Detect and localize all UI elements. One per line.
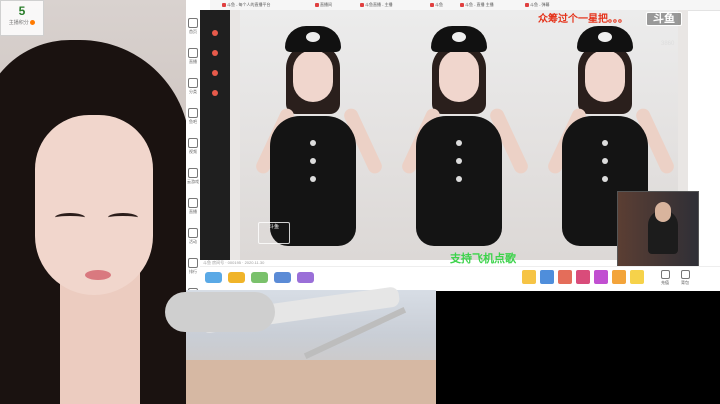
video-icon: [188, 138, 198, 148]
sidebar-item-label: 活动: [189, 239, 197, 244]
sidebar-item-label: 分类: [189, 89, 197, 94]
cloud-game-icon: [188, 168, 198, 178]
gift-item-icon[interactable]: [612, 270, 626, 284]
browser-tab[interactable]: 直播间: [315, 1, 332, 9]
home-icon: [188, 18, 198, 28]
dress-button: [310, 140, 316, 146]
douyu-logo: 斗鱼: [646, 12, 682, 34]
sidebar-item-label: 直播: [189, 59, 197, 64]
live-icon: [188, 48, 198, 58]
video-watermark: 斗鱼: [258, 222, 290, 244]
streamer-face: [35, 115, 153, 295]
side-control-icon[interactable]: [212, 50, 218, 56]
sidebar-item-label: 排行: [189, 269, 197, 274]
streamer-eye-left: [55, 213, 85, 222]
room-id: 3860: [661, 41, 675, 47]
cap-badge-icon: [452, 32, 466, 42]
dancer-head: [585, 50, 625, 102]
room-floor: [186, 360, 436, 404]
streamer-webcam: [0, 0, 186, 404]
browser-tab[interactable]: 斗鱼: [430, 1, 443, 9]
sidebar-item-label: 首页: [189, 29, 197, 34]
gift-icon[interactable]: [228, 272, 245, 283]
browser-tab[interactable]: 斗鱼直播 - 主播: [360, 1, 393, 9]
sidebar-item-home[interactable]: 首页: [186, 18, 200, 44]
side-control-icon[interactable]: [212, 70, 218, 76]
gift-icon[interactable]: [205, 272, 222, 283]
pip-webcam: [617, 191, 699, 271]
backpack-icon: [680, 270, 690, 279]
dress-button: [456, 140, 462, 146]
gift-icon[interactable]: [274, 272, 291, 283]
recharge-icon: [660, 270, 670, 279]
sidebar-item-live-2[interactable]: 直播: [186, 198, 200, 224]
gift-icon[interactable]: [251, 272, 268, 283]
streamer-eye-right: [108, 213, 138, 222]
sidebar-item-label: 云游戏: [187, 179, 199, 184]
sidebar-item-live[interactable]: 直播: [186, 48, 200, 74]
dress-button: [310, 176, 316, 182]
sidebar-item-label: 直播: [189, 209, 197, 214]
stream-caption: 支持飞机点歌: [450, 253, 516, 265]
recharge-label: 充值: [661, 280, 669, 285]
douyu-logo-text: 斗鱼: [646, 12, 682, 26]
dress-button: [602, 176, 608, 182]
follower-label: 主播积分: [8, 20, 29, 26]
gift-icon[interactable]: [297, 272, 314, 283]
pip-face: [655, 202, 671, 222]
dress-button: [456, 176, 462, 182]
sidebar-item-rank[interactable]: 排行: [186, 258, 200, 284]
cap-badge-icon: [598, 32, 612, 42]
diamond-icon: [188, 198, 198, 208]
sidebar-item-label: 视频: [189, 149, 197, 154]
dress-button: [602, 158, 608, 164]
side-control-icon[interactable]: [212, 90, 218, 96]
player-side-controls: [200, 10, 230, 260]
sidebar-item-cloud-game[interactable]: 云游戏: [186, 168, 200, 194]
activity-icon: [188, 228, 198, 238]
sidebar-item-yuba[interactable]: 鱼吧: [186, 108, 200, 134]
gift-item-icon[interactable]: [558, 270, 572, 284]
follower-count: 5: [18, 4, 26, 18]
gift-item-icon[interactable]: [594, 270, 608, 284]
streamer-lips: [85, 270, 111, 280]
sidebar-item-video[interactable]: 视频: [186, 138, 200, 164]
sidebar-item-activity[interactable]: 活动: [186, 228, 200, 254]
browser-tab[interactable]: 斗鱼 - 直播 主播: [460, 1, 494, 9]
microphone: [165, 292, 275, 332]
follower-widget: 5 主播积分: [0, 0, 44, 36]
cap-badge-icon: [306, 32, 320, 42]
stream-overlay-text: 众筹过个一星把。。。: [538, 14, 628, 25]
video-panel: [386, 10, 532, 260]
dancer-head: [439, 50, 479, 102]
sidebar-item-category[interactable]: 分类: [186, 78, 200, 104]
dress-button: [310, 158, 316, 164]
browser-tab[interactable]: 斗鱼 - 每个人的直播平台: [222, 1, 271, 9]
category-icon: [188, 78, 198, 88]
dress-button: [602, 140, 608, 146]
backpack-button[interactable]: 背包: [677, 270, 693, 286]
backpack-label: 背包: [681, 280, 689, 285]
recharge-button[interactable]: 充值: [657, 270, 673, 286]
dress-button: [456, 158, 462, 164]
gift-item-icon[interactable]: [540, 270, 554, 284]
side-control-icon[interactable]: [212, 30, 218, 36]
douyu-sidebar: 首页 直播 分类 鱼吧 视频 云游戏 直播 活动 排行 WEB: [186, 0, 201, 304]
rank-icon: [188, 258, 198, 268]
dancer-head: [293, 50, 333, 102]
gift-item-icon[interactable]: [576, 270, 590, 284]
follower-badge-icon: [30, 20, 36, 26]
browser-tab[interactable]: 斗鱼 - 弹幕: [525, 1, 550, 9]
yuba-icon: [188, 108, 198, 118]
gift-item-icon[interactable]: [522, 270, 536, 284]
gift-item-icon[interactable]: [630, 270, 644, 284]
sidebar-item-label: 鱼吧: [189, 119, 197, 124]
